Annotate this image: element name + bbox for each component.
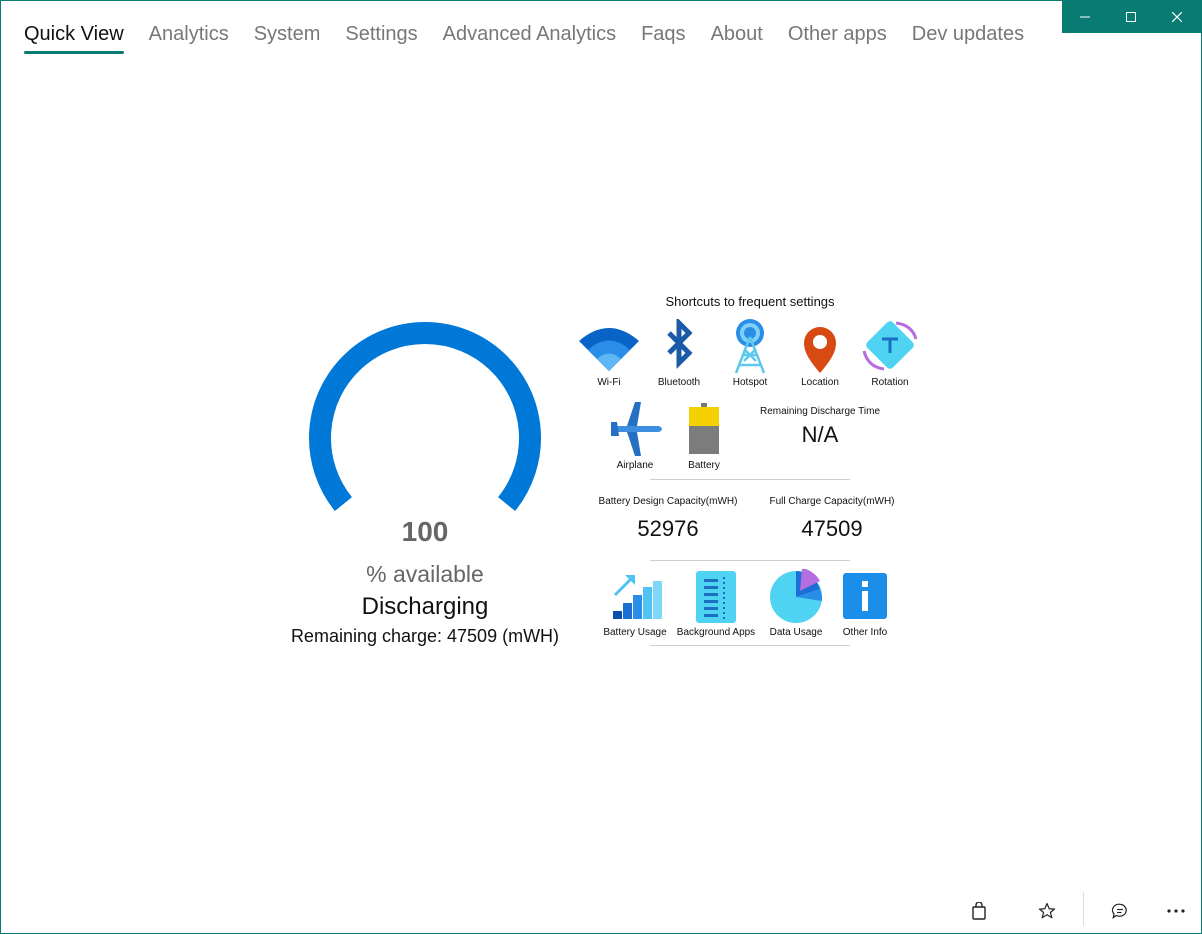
hotspot-shortcut[interactable]: Hotspot — [710, 319, 790, 388]
airplane-icon — [611, 402, 662, 456]
data-usage-shortcut[interactable]: Data Usage — [756, 569, 836, 638]
full-charge-capacity-label: Full Charge Capacity(mWH) — [769, 496, 895, 507]
favorite-button[interactable] — [1035, 899, 1059, 923]
close-button[interactable] — [1154, 1, 1200, 33]
hotspot-label: Hotspot — [732, 377, 768, 388]
title-bar-buttons — [1062, 1, 1201, 33]
chat-bubble-icon — [1111, 903, 1127, 920]
tab-advanced-analytics[interactable]: Advanced Analytics — [443, 23, 616, 54]
more-dots-icon — [1167, 909, 1185, 913]
divider — [650, 560, 850, 561]
maximize-button[interactable] — [1108, 1, 1154, 33]
minimize-button[interactable] — [1062, 1, 1108, 33]
full-charge-capacity-value: 47509 — [801, 516, 863, 541]
airplane-label: Airplane — [616, 460, 654, 471]
rotation-icon — [862, 321, 918, 371]
app-window: Quick View Analytics System Settings Adv… — [0, 0, 1202, 934]
battery-percent-value: 100 — [401, 516, 449, 547]
bluetooth-icon — [667, 319, 693, 370]
command-bar-separator — [1083, 892, 1084, 926]
tab-settings[interactable]: Settings — [345, 23, 417, 54]
discharge-time-value: N/A — [801, 422, 839, 447]
tab-about[interactable]: About — [711, 23, 763, 54]
tab-faqs[interactable]: Faqs — [641, 23, 685, 54]
design-capacity-value: 52976 — [637, 516, 699, 541]
background-apps-label: Background Apps — [676, 627, 756, 638]
feedback-button[interactable] — [1108, 899, 1132, 923]
main-nav: Quick View Analytics System Settings Adv… — [24, 23, 1049, 54]
divider — [650, 479, 850, 480]
other-info-label: Other Info — [842, 627, 888, 638]
star-icon — [1038, 902, 1056, 919]
airplane-shortcut[interactable]: Airplane — [595, 402, 675, 471]
tab-quick-view[interactable]: Quick View — [24, 23, 124, 54]
battery-label: Battery — [688, 460, 720, 471]
wifi-shortcut[interactable]: Wi-Fi — [569, 319, 649, 388]
battery-shortcut[interactable]: Battery — [664, 402, 744, 471]
shortcuts-title: Shortcuts to frequent settings — [665, 294, 835, 309]
maximize-icon — [1126, 12, 1136, 22]
battery-gauge-arc — [309, 322, 541, 511]
tab-dev-updates[interactable]: Dev updates — [912, 23, 1024, 54]
tab-other-apps[interactable]: Other apps — [788, 23, 887, 54]
close-icon — [1172, 12, 1182, 22]
data-usage-icon — [770, 569, 823, 623]
location-icon — [804, 327, 836, 373]
remaining-charge-text: Remaining charge: 47509 (mWH) — [290, 626, 560, 646]
shopping-bag-icon — [972, 902, 986, 920]
data-usage-label: Data Usage — [769, 627, 823, 638]
info-icon — [843, 573, 887, 619]
wifi-icon — [579, 328, 639, 371]
rotation-label: Rotation — [871, 377, 909, 388]
battery-usage-icon — [613, 575, 662, 619]
background-apps-icon — [696, 571, 736, 623]
background-apps-shortcut[interactable]: Background Apps — [676, 569, 756, 638]
battery-percent-unit: % available — [366, 561, 484, 587]
more-options-button[interactable] — [1164, 899, 1188, 923]
charging-status: Discharging — [361, 593, 489, 620]
battery-usage-shortcut[interactable]: Battery Usage — [595, 569, 675, 638]
other-info-shortcut[interactable]: Other Info — [825, 569, 905, 638]
design-capacity-label: Battery Design Capacity(mWH) — [598, 496, 738, 507]
wifi-label: Wi-Fi — [597, 377, 621, 388]
minimize-icon — [1080, 16, 1090, 18]
location-shortcut[interactable]: Location — [780, 319, 860, 388]
rotation-shortcut[interactable]: Rotation — [850, 319, 930, 388]
divider — [650, 645, 850, 646]
location-label: Location — [801, 377, 839, 388]
tab-analytics[interactable]: Analytics — [149, 23, 229, 54]
battery-icon — [689, 403, 719, 454]
battery-usage-label: Battery Usage — [603, 627, 667, 638]
tab-system[interactable]: System — [254, 23, 321, 54]
hotspot-icon — [734, 319, 766, 374]
discharge-time-label: Remaining Discharge Time — [759, 406, 881, 417]
store-button[interactable] — [967, 899, 991, 923]
bluetooth-shortcut[interactable]: Bluetooth — [639, 319, 719, 388]
bluetooth-label: Bluetooth — [657, 377, 701, 388]
